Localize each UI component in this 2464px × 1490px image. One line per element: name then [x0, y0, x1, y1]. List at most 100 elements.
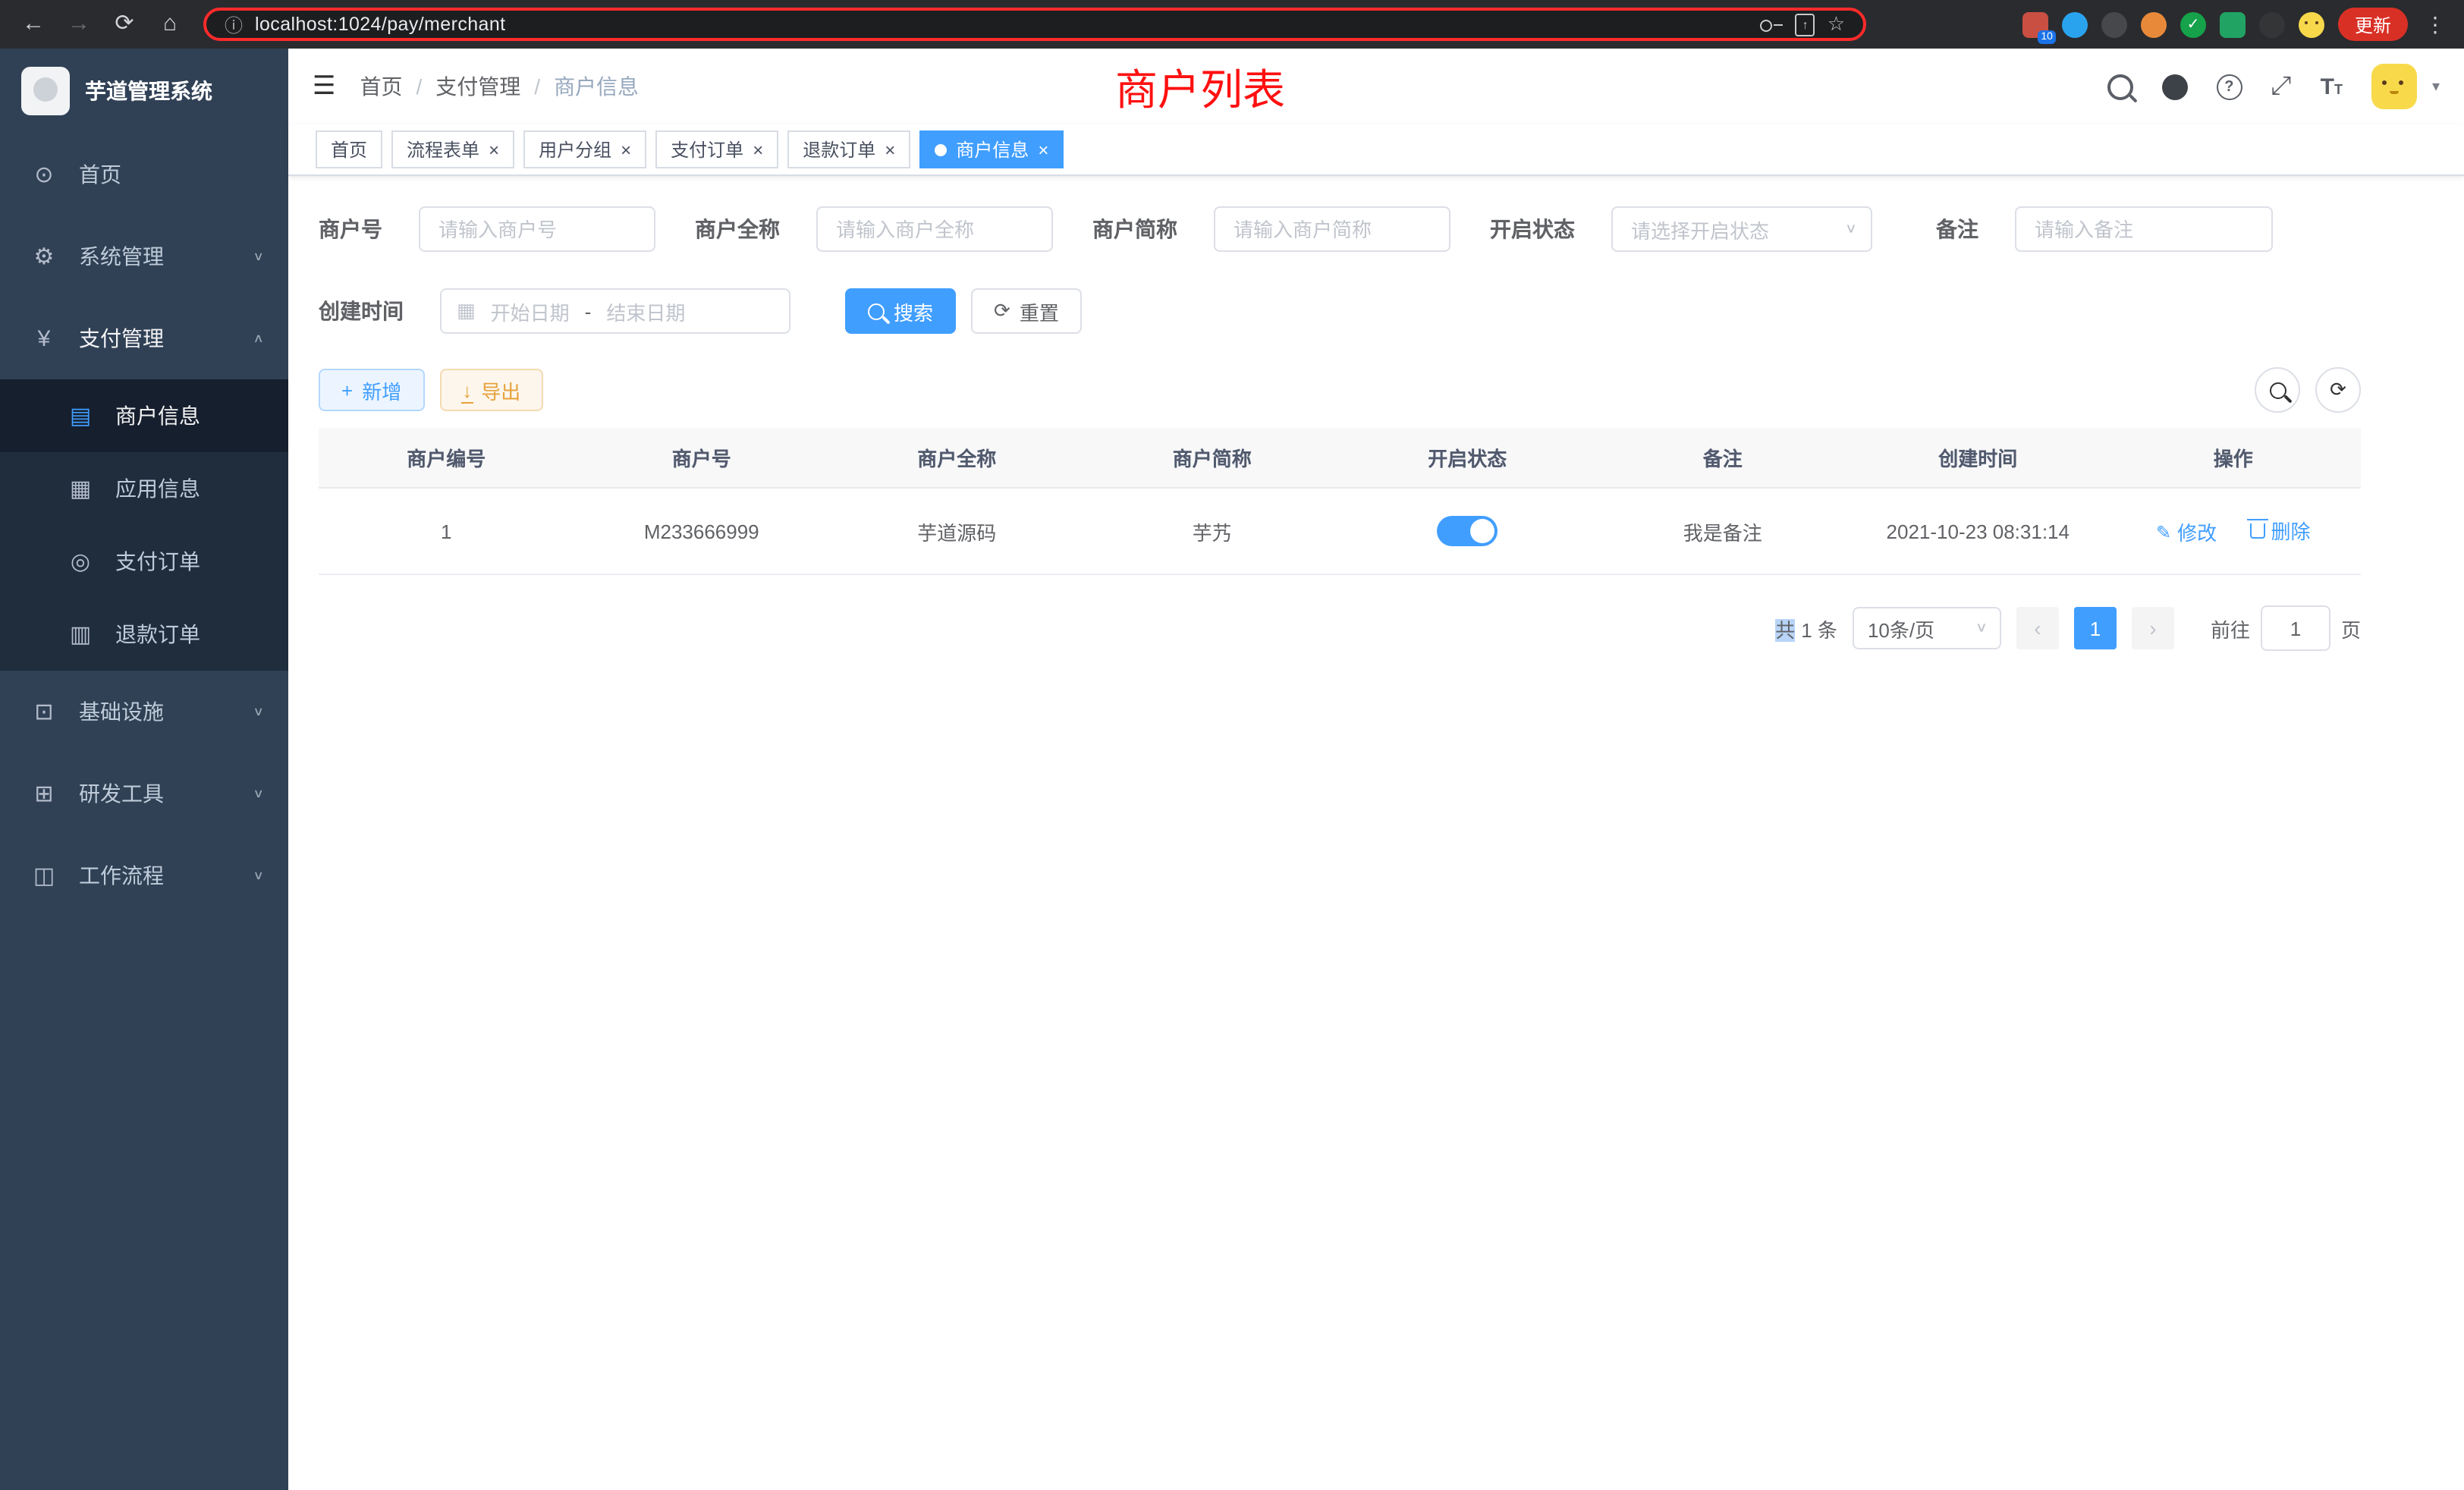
info-icon[interactable]: ⓘ: [225, 11, 243, 37]
remark-input[interactable]: [2015, 206, 2273, 252]
plus-icon: +: [341, 379, 353, 401]
page-size-value: 10条/页: [1868, 614, 1934, 643]
page-number-button[interactable]: 1: [2074, 607, 2117, 649]
add-button[interactable]: + 新增: [319, 369, 424, 411]
edit-button[interactable]: ✎ 修改: [2156, 517, 2217, 546]
tab-home[interactable]: 首页: [316, 130, 382, 168]
browser-menu-icon[interactable]: ⋮: [2422, 11, 2449, 37]
reset-button[interactable]: ⟳ 重置: [971, 288, 1082, 334]
extension-icon[interactable]: [2062, 11, 2088, 37]
start-date-placeholder[interactable]: 开始日期: [491, 297, 570, 325]
chevron-down-icon: ∨: [253, 787, 264, 800]
filter-label: 创建时间: [319, 296, 404, 326]
forward-icon[interactable]: →: [61, 0, 97, 49]
close-icon[interactable]: ×: [753, 140, 763, 159]
sidebar-item-pay-order[interactable]: ◎ 支付订单: [0, 525, 288, 598]
sidebar-item-payment[interactable]: ¥ 支付管理 ∧: [0, 297, 288, 379]
font-size-icon[interactable]: TT: [2321, 74, 2343, 99]
home-icon[interactable]: ⌂: [152, 0, 188, 49]
tab-merchant-info[interactable]: 商户信息 ×: [919, 130, 1064, 168]
extension-icon[interactable]: [2220, 11, 2246, 37]
back-icon[interactable]: ←: [15, 0, 52, 49]
address-bar[interactable]: ⓘ localhost:1024/pay/merchant ↑ ☆: [203, 8, 1866, 41]
filter-create-time: 创建时间 ▦ 开始日期 - 结束日期: [319, 288, 790, 334]
status-select[interactable]: 请选择开启状态 ∨: [1611, 206, 1872, 252]
close-icon[interactable]: ×: [1038, 140, 1048, 159]
extension-check-icon[interactable]: ✓: [2180, 11, 2206, 37]
chevron-down-icon: ∨: [1975, 620, 1988, 636]
refresh-icon: ⟳: [994, 299, 1010, 323]
full-name-input[interactable]: [816, 206, 1053, 252]
tab-flow-form[interactable]: 流程表单 ×: [391, 130, 514, 168]
delete-button[interactable]: 删除: [2249, 516, 2310, 545]
tab-refund-order[interactable]: 退款订单 ×: [787, 130, 910, 168]
export-button[interactable]: ↓ 导出: [439, 369, 543, 411]
tab-label: 退款订单: [803, 137, 875, 162]
next-page-button[interactable]: ›: [2132, 607, 2174, 649]
show-search-button[interactable]: [2255, 367, 2300, 413]
filter-full-name: 商户全称: [695, 206, 1053, 252]
github-icon[interactable]: [2161, 74, 2187, 99]
tab-pay-order[interactable]: 支付订单 ×: [655, 130, 778, 168]
download-icon: ↓: [462, 380, 472, 400]
sidebar-item-system[interactable]: ⚙ 系统管理 ∨: [0, 215, 288, 297]
url-text[interactable]: localhost:1024/pay/merchant: [255, 14, 505, 35]
sidebar-item-app-info[interactable]: ▦ 应用信息: [0, 452, 288, 525]
cell-remark: 我是备注: [1595, 488, 1851, 574]
pagination-goto: 前往 页: [2211, 605, 2361, 651]
help-icon[interactable]: ?: [2216, 74, 2242, 99]
refresh-button[interactable]: ⟳: [2315, 367, 2361, 413]
search-icon[interactable]: [2107, 74, 2132, 99]
app-logo[interactable]: 芋道管理系统: [0, 49, 288, 134]
hamburger-icon[interactable]: ☰: [313, 71, 336, 102]
sidebar-item-refund-order[interactable]: ▥ 退款订单: [0, 598, 288, 671]
close-icon[interactable]: ×: [621, 140, 631, 159]
short-name-input[interactable]: [1214, 206, 1450, 252]
cell-actions: ✎ 修改 删除: [2106, 488, 2362, 574]
filter-label: 商户号: [319, 214, 382, 244]
extension-icon[interactable]: [2101, 11, 2127, 37]
sidebar-item-label: 支付管理: [79, 323, 164, 354]
gear-icon: ⚙: [30, 243, 58, 270]
sidebar: 芋道管理系统 ⊙ 首页 ⚙ 系统管理 ∨ ¥ 支付管理 ∧: [0, 49, 288, 1490]
goto-page-input[interactable]: [2261, 605, 2330, 651]
close-icon[interactable]: ×: [885, 140, 895, 159]
sidebar-item-workflow[interactable]: ◫ 工作流程 ∨: [0, 835, 288, 916]
extension-icon[interactable]: [2141, 11, 2167, 37]
end-date-placeholder[interactable]: 结束日期: [606, 297, 685, 325]
extension-icon[interactable]: 10: [2022, 11, 2048, 37]
tab-label: 用户分组: [539, 137, 611, 162]
date-range-picker[interactable]: ▦ 开始日期 - 结束日期: [440, 288, 790, 334]
merchant-no-input[interactable]: [419, 206, 655, 252]
credit-card-icon: ▤: [67, 402, 94, 429]
breadcrumb-home[interactable]: 首页: [360, 71, 403, 102]
edit-label: 修改: [2177, 517, 2217, 546]
avatar-caret-icon[interactable]: ▾: [2432, 78, 2440, 95]
cell-merchant-no: M233666999: [574, 488, 830, 574]
user-avatar[interactable]: [2371, 64, 2417, 109]
sidebar-item-merchant-info[interactable]: ▤ 商户信息: [0, 379, 288, 452]
prev-page-button[interactable]: ‹: [2016, 607, 2059, 649]
extension-icon[interactable]: [2259, 11, 2285, 37]
search-button[interactable]: 搜索: [845, 288, 956, 334]
app-title: 芋道管理系统: [85, 76, 212, 106]
share-icon[interactable]: ↑: [1796, 13, 1815, 36]
breadcrumb-payment[interactable]: 支付管理: [435, 71, 520, 102]
browser-profile-avatar[interactable]: [2299, 11, 2324, 37]
sidebar-item-infrastructure[interactable]: ⊡ 基础设施 ∨: [0, 671, 288, 753]
page-size-select[interactable]: 10条/页 ∨: [1853, 607, 2001, 649]
fullscreen-icon[interactable]: ⤢: [2271, 71, 2291, 102]
sidebar-item-label: 商户信息: [115, 401, 200, 431]
extension-badge: 10: [2038, 30, 2056, 43]
bookmark-star-icon[interactable]: ☆: [1828, 12, 1845, 36]
filter-label: 开启状态: [1490, 214, 1575, 244]
tab-user-group[interactable]: 用户分组 ×: [523, 130, 646, 168]
refresh-icon: ⟳: [2330, 378, 2346, 402]
status-toggle[interactable]: [1437, 516, 1498, 546]
password-key-icon[interactable]: [1761, 17, 1784, 31]
reload-icon[interactable]: ⟳: [106, 0, 143, 49]
close-icon[interactable]: ×: [489, 140, 499, 159]
update-button[interactable]: 更新: [2338, 8, 2408, 41]
sidebar-item-home[interactable]: ⊙ 首页: [0, 134, 288, 215]
sidebar-item-dev-tools[interactable]: ⊞ 研发工具 ∨: [0, 753, 288, 835]
